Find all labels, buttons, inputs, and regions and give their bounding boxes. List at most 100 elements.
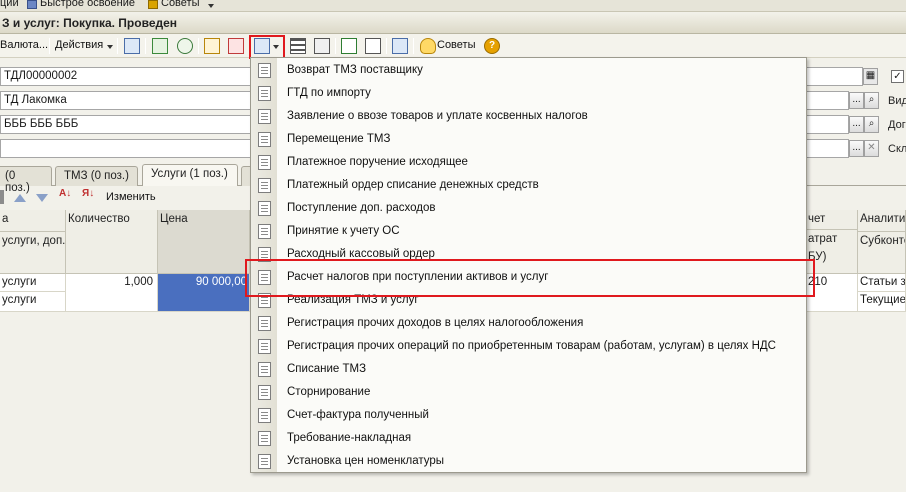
table-cell-analytics[interactable]: Статьи з [858, 274, 906, 292]
menu-item[interactable]: Регистрация прочих операций по приобрете… [251, 335, 806, 358]
table-cell[interactable]: услуги [0, 274, 66, 292]
table-cell[interactable]: услуги [0, 292, 66, 312]
quick-start-link[interactable]: Быстрое освоение [40, 0, 135, 9]
document-icon [258, 408, 271, 423]
sort-descending-icon[interactable]: Я↓ [82, 189, 95, 205]
sort-ascending-icon[interactable]: A↓ [59, 189, 72, 205]
menu-item[interactable]: Возврат ТМЗ поставщику [251, 59, 806, 82]
tab-first[interactable]: (0 поз.) [0, 166, 52, 194]
menu-item[interactable]: Требование-накладная [251, 427, 806, 450]
menu-item[interactable]: Счет-фактура полученный [251, 404, 806, 427]
menu-item-tax-calculation[interactable]: Расчет налогов при поступлении активов и… [251, 266, 806, 289]
menu-item-label: Поступление доп. расходов [287, 202, 436, 214]
menu-item[interactable]: Перемещение ТМЗ [251, 128, 806, 151]
counterparty-lookup-button[interactable]: ... [849, 92, 864, 109]
document-icon [258, 201, 271, 216]
chevron-down-icon[interactable] [208, 4, 214, 8]
contract-field[interactable]: БББ БББ БББ [0, 115, 255, 134]
move-down-document-icon[interactable] [228, 38, 244, 54]
counterparty-field[interactable]: ТД Лакомка [0, 91, 255, 110]
table-cell-quantity[interactable]: 1,000 [66, 274, 158, 312]
menu-item[interactable]: Расходный кассовый ордер [251, 243, 806, 266]
book-icon [27, 0, 37, 9]
document-icon [258, 247, 271, 262]
contract-label: Дог [888, 119, 906, 131]
document-toolbar: Валюта... Действия Советы ? [0, 34, 906, 58]
menu-item[interactable]: ГТД по импорту [251, 82, 806, 105]
debit-credit-icon[interactable] [341, 38, 357, 54]
move-down-icon[interactable] [36, 194, 48, 202]
column-header-analytics[interactable]: Аналити [858, 210, 906, 232]
chevron-down-icon[interactable] [273, 45, 279, 49]
column-header-price[interactable]: Цена [158, 210, 250, 274]
document-icon [258, 109, 271, 124]
structure-icon[interactable] [314, 38, 330, 54]
menu-item[interactable]: Регистрация прочих доходов в целях налог… [251, 312, 806, 335]
menu-item-label: Заявление о ввозе товаров и уплате косве… [287, 110, 588, 122]
menu-item[interactable]: Платежное поручение исходящее [251, 151, 806, 174]
table-cell-account[interactable]: 210 [806, 274, 858, 312]
save-icon[interactable] [124, 38, 140, 54]
help-icon[interactable]: ? [484, 38, 500, 54]
search-icon[interactable]: ⌕ [864, 116, 879, 133]
chevron-down-icon[interactable] [107, 45, 113, 49]
report-icon[interactable] [365, 38, 381, 54]
post-icon[interactable] [177, 38, 193, 54]
document-icon [258, 339, 271, 354]
search-icon[interactable]: ⌕ [864, 92, 879, 109]
tips-link[interactable]: Советы [161, 0, 199, 9]
menu-item[interactable]: Принятие к учету ОС [251, 220, 806, 243]
menu-item[interactable]: Списание ТМЗ [251, 358, 806, 381]
menu-item[interactable]: Заявление о ввозе товаров и уплате косве… [251, 105, 806, 128]
move-up-document-icon[interactable] [204, 38, 220, 54]
number-field[interactable]: ТДЛ00000002 [0, 67, 255, 86]
create-based-on-icon[interactable] [254, 38, 270, 54]
warehouse-lookup-button[interactable]: ... [849, 140, 864, 157]
column-header-quantity[interactable]: Количество [66, 210, 158, 274]
date-field[interactable] [805, 67, 863, 86]
menu-item[interactable]: Поступление доп. расходов [251, 197, 806, 220]
top-menu-item[interactable]: ции [0, 0, 19, 9]
table-cell-price[interactable]: 90 000,00 [158, 274, 250, 312]
toolbar-separator [413, 38, 414, 54]
menu-item-label: Платежное поручение исходящее [287, 156, 468, 168]
menu-item-label: Реализация ТМЗ и услуг [287, 294, 419, 306]
tree-icon[interactable] [392, 38, 408, 54]
lightbulb-icon [148, 0, 158, 9]
currency-button[interactable]: Валюта... [0, 39, 48, 51]
calendar-icon[interactable]: ▦ [863, 68, 878, 85]
warehouse-field-tail[interactable] [805, 139, 849, 158]
counterparty-field-tail[interactable] [805, 91, 849, 110]
move-up-icon[interactable] [14, 194, 26, 202]
contract-field-tail[interactable] [805, 115, 849, 134]
tab-tmz[interactable]: ТМЗ (0 поз.) [55, 166, 138, 186]
column-header-account[interactable]: чет [806, 210, 858, 230]
table-cell-analytics[interactable]: Текущие [858, 292, 906, 312]
actions-button[interactable]: Действия [55, 39, 103, 51]
toolbar-separator [198, 38, 199, 54]
menu-item-label: Установка цен номенклатуры [287, 455, 445, 467]
column-header-account-sub: атрат [806, 230, 858, 248]
column-header-service[interactable]: а [0, 210, 66, 232]
refresh-icon[interactable] [152, 38, 168, 54]
menu-item[interactable]: Реализация ТМЗ и услуг [251, 289, 806, 312]
posted-checkbox[interactable]: ✓ [891, 70, 904, 83]
empty-field[interactable] [0, 139, 255, 158]
column-header-service-sub[interactable]: услуги, доп. [0, 232, 66, 274]
list-view-icon[interactable] [290, 38, 306, 54]
clear-icon[interactable]: ✕ [864, 140, 879, 157]
menu-item-label: Платежный ордер списание денежных средст… [287, 179, 539, 191]
kind-label: Вид [888, 95, 906, 107]
tips-button[interactable]: Советы [437, 39, 475, 51]
toolbar-separator [335, 38, 336, 54]
menu-item-label: Списание ТМЗ [287, 363, 367, 375]
column-header-analytics-sub[interactable]: Субконто [858, 232, 906, 274]
menu-item[interactable]: Установка цен номенклатуры [251, 450, 806, 473]
tab-services[interactable]: Услуги (1 поз.) [142, 164, 238, 186]
delete-row-icon[interactable] [0, 190, 4, 204]
menu-item[interactable]: Сторнирование [251, 381, 806, 404]
edit-button[interactable]: Изменить [106, 191, 156, 203]
contract-lookup-button[interactable]: ... [849, 116, 864, 133]
document-icon [258, 86, 271, 101]
menu-item[interactable]: Платежный ордер списание денежных средст… [251, 174, 806, 197]
